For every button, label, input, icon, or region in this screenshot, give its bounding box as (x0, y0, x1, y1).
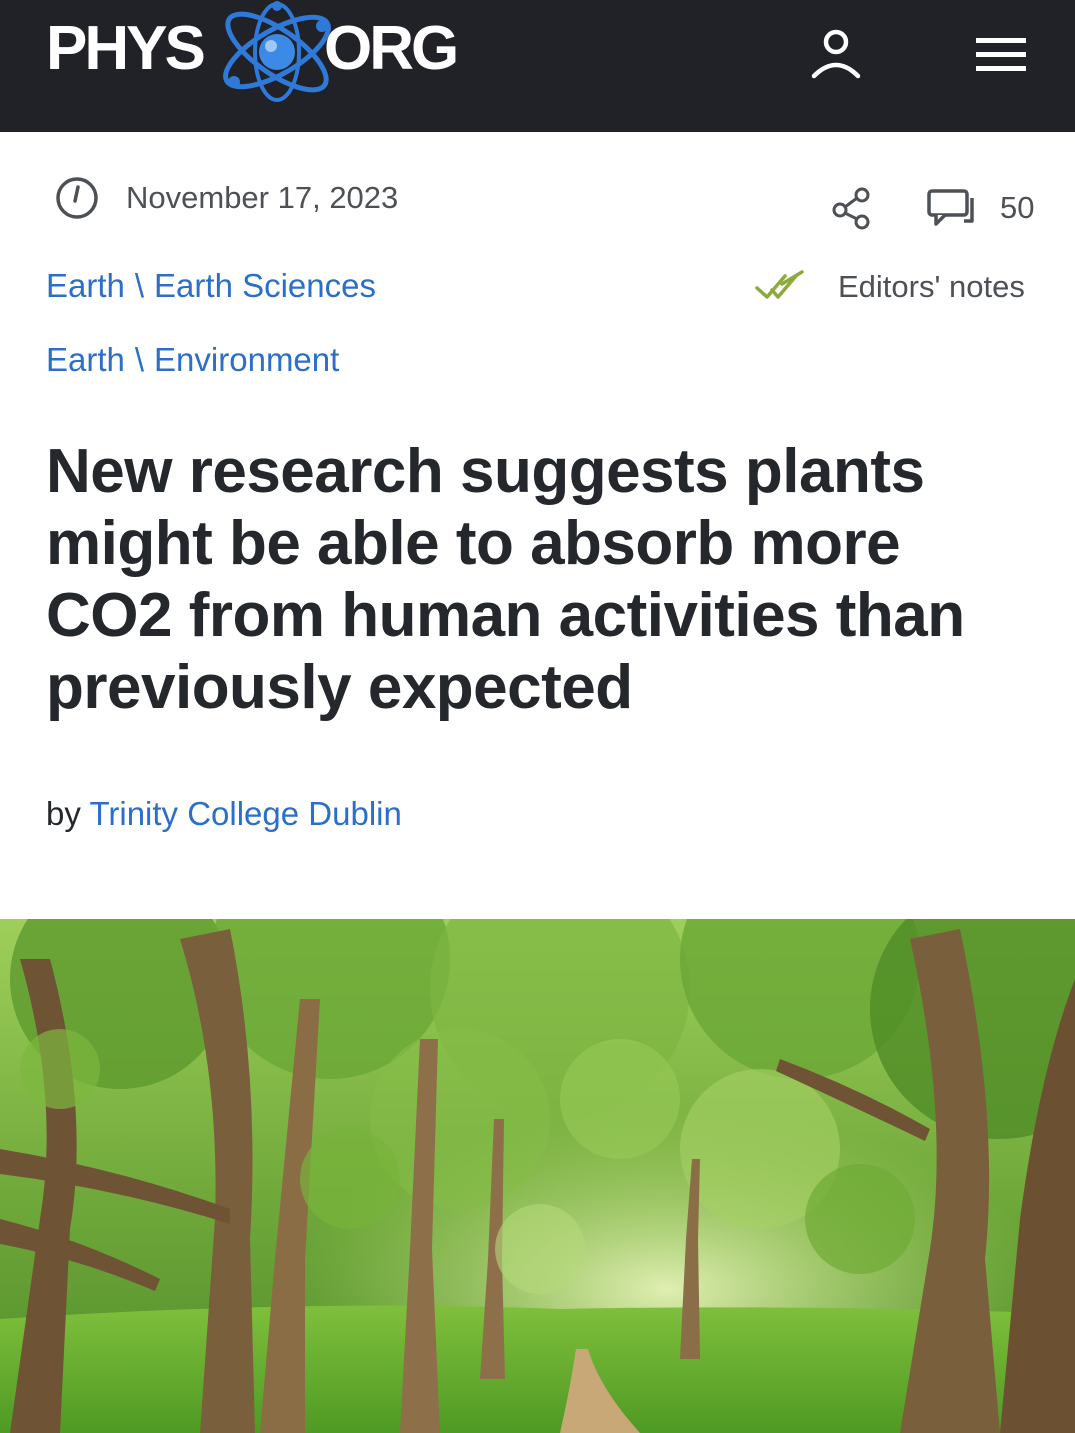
comments-icon (927, 189, 974, 226)
byline-prefix: by (46, 795, 81, 832)
breadcrumb-section-link[interactable]: Earth (46, 341, 125, 378)
breadcrumb-section-link[interactable]: Earth (46, 267, 125, 304)
forest-path-image (0, 919, 1075, 1433)
share-icon (832, 187, 870, 230)
breadcrumb-separator: \ (134, 341, 145, 378)
article-title: New research suggests plants might be ab… (46, 437, 965, 722)
breadcrumb-subsection-link[interactable]: Environment (154, 341, 339, 378)
breadcrumb-earth-sciences: Earth \ Earth Sciences (46, 266, 376, 306)
article-page: PHYS ORG November 17, 2023 50 Earth \ Ea… (0, 0, 1075, 1433)
comment-count: 50 (1000, 190, 1035, 225)
editors-notes-label: Editors' notes (838, 269, 1025, 304)
double-check-icon (755, 270, 804, 299)
breadcrumb-separator: \ (134, 267, 145, 304)
byline: by Trinity College Dublin (46, 794, 402, 834)
top-navigation-bar: PHYS ORG (0, 0, 1075, 132)
hamburger-menu-icon (976, 38, 1026, 71)
breadcrumb-environment: Earth \ Environment (46, 340, 339, 380)
article-hero-image (0, 919, 1075, 1433)
share-button[interactable] (828, 184, 876, 232)
clock-icon (56, 177, 98, 219)
user-account-button[interactable] (806, 24, 866, 84)
date-text: November 17, 2023 (126, 180, 399, 215)
publish-date: November 17, 2023 (54, 174, 398, 222)
logo-org-text: ORG (324, 14, 459, 83)
byline-author-link[interactable]: Trinity College Dublin (89, 795, 401, 832)
user-icon (811, 29, 861, 79)
breadcrumb-subsection-link[interactable]: Earth Sciences (154, 267, 376, 304)
editors-notes-button[interactable]: Editors' notes (754, 264, 1025, 310)
comments-button[interactable]: 50 (926, 184, 1034, 232)
phys-org-logo[interactable]: PHYS ORG (46, 0, 476, 132)
logo-phys-text: PHYS (46, 14, 206, 83)
main-menu-button[interactable] (972, 32, 1030, 76)
atom-icon (223, 1, 331, 102)
